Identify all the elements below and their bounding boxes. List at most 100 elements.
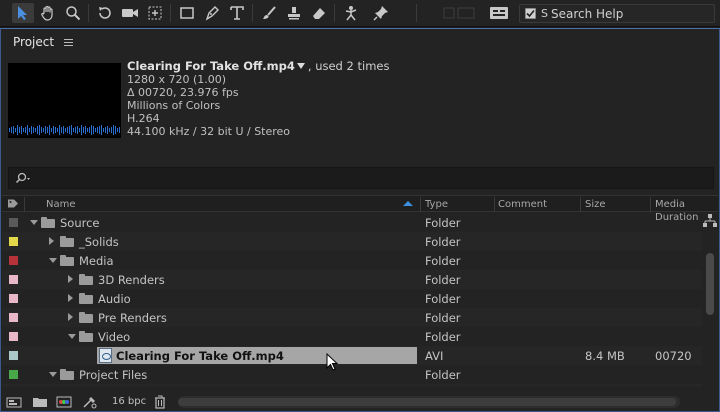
chevron-down-icon[interactable]	[296, 63, 305, 69]
label-color-swatch[interactable]	[9, 294, 18, 303]
project-settings-icon[interactable]	[82, 395, 98, 409]
toolbar-divider	[334, 4, 335, 22]
table-row[interactable]: Audio Folder	[2, 289, 702, 308]
footage-codec: H.264	[127, 112, 160, 125]
scrollbar-thumb[interactable]	[706, 253, 714, 315]
table-row[interactable]: Project Files Folder	[2, 365, 702, 384]
footage-thumbnail	[8, 63, 121, 138]
flowchart-icon[interactable]	[703, 214, 717, 228]
footage-file-icon	[99, 348, 112, 363]
item-size: 8.4 MB	[585, 349, 625, 363]
item-type: Folder	[425, 292, 461, 306]
new-composition-icon[interactable]	[56, 395, 72, 409]
table-row[interactable]: 3D Renders Folder	[2, 270, 702, 289]
table-row[interactable]: Pre Renders Folder	[2, 308, 702, 327]
clone-stamp-tool-icon[interactable]	[283, 3, 305, 23]
chevron-right-icon[interactable]	[68, 313, 73, 321]
search-help-checkbox[interactable]	[525, 8, 536, 19]
label-color-swatch[interactable]	[9, 370, 18, 379]
project-footer: 16 bpc	[2, 393, 718, 411]
rectangle-tool-icon[interactable]	[176, 3, 198, 23]
column-header-type[interactable]: Type	[425, 198, 448, 211]
column-divider[interactable]	[650, 197, 651, 212]
sort-ascending-icon[interactable]	[403, 201, 413, 206]
table-row[interactable]: AEFolder	[2, 384, 702, 387]
chevron-down-icon[interactable]	[49, 372, 57, 377]
puppet-tool-icon[interactable]	[340, 3, 362, 23]
rotate-tool-icon[interactable]	[94, 3, 116, 23]
bit-depth-button[interactable]: 16 bpc	[112, 396, 146, 407]
hand-tool-icon[interactable]	[37, 3, 59, 23]
folder-icon	[60, 369, 74, 380]
vertical-scrollbar[interactable]	[704, 229, 716, 387]
horizontal-scrollbar[interactable]	[178, 396, 680, 408]
label-color-swatch[interactable]	[9, 275, 18, 284]
label-color-swatch[interactable]	[9, 313, 18, 322]
chevron-down-icon[interactable]	[68, 334, 76, 339]
pin-tool-icon[interactable]	[370, 3, 392, 23]
column-divider[interactable]	[580, 197, 581, 212]
chevron-down-icon[interactable]	[30, 220, 38, 225]
label-color-swatch[interactable]	[9, 351, 18, 360]
table-row[interactable]: Clearing For Take Off.mp4 AVI 8.4 MB 00720	[2, 346, 702, 365]
snapping-icon[interactable]	[440, 3, 480, 23]
mouse-cursor-icon	[326, 353, 338, 371]
item-type: Folder	[425, 330, 461, 344]
camera-tool-icon[interactable]	[119, 3, 141, 23]
scrollbar-thumb[interactable]	[178, 398, 676, 406]
interpret-footage-icon[interactable]	[6, 395, 22, 409]
workspace-icon[interactable]	[488, 3, 510, 23]
project-panel: Project Clearing For Take Off.mp4 , used …	[0, 28, 720, 412]
folder-icon	[60, 236, 74, 247]
tools-toolbar: S Search Help	[0, 0, 720, 27]
toolbar-divider	[252, 4, 253, 22]
table-row[interactable]: _Solids Folder	[2, 232, 702, 251]
panel-header: Project	[1, 29, 719, 55]
label-color-swatch[interactable]	[9, 237, 18, 246]
table-row[interactable]: Video Folder	[2, 327, 702, 346]
pen-tool-icon[interactable]	[201, 3, 223, 23]
trash-icon[interactable]	[152, 395, 168, 409]
new-folder-icon[interactable]	[32, 395, 48, 409]
folder-icon	[60, 255, 74, 266]
brush-tool-icon[interactable]	[258, 3, 280, 23]
panel-title[interactable]: Project	[13, 35, 54, 49]
folder-icon	[79, 293, 93, 304]
column-divider[interactable]	[420, 197, 421, 212]
item-name: Source	[60, 216, 100, 230]
toolbar-divider	[170, 4, 171, 22]
label-color-swatch[interactable]	[9, 218, 18, 227]
zoom-tool-icon[interactable]	[62, 3, 84, 23]
label-color-swatch[interactable]	[9, 256, 18, 265]
column-header-comment[interactable]: Comment	[498, 198, 547, 211]
footage-resolution: 1280 x 720 (1.00)	[127, 73, 227, 86]
table-header: Name Type Comment Size Media Duration	[2, 195, 718, 223]
footage-filename: Clearing For Take Off.mp4	[127, 59, 295, 73]
table-row[interactable]: Media Folder	[2, 251, 702, 270]
item-name: Pre Renders	[98, 311, 167, 325]
column-header-size[interactable]: Size	[585, 198, 606, 211]
pan-behind-tool-icon[interactable]	[144, 3, 166, 23]
selection-tool-icon[interactable]	[12, 3, 34, 23]
chevron-down-icon[interactable]	[49, 258, 57, 263]
column-header-name[interactable]: Name	[46, 198, 76, 211]
search-help-field[interactable]: S Search Help	[519, 4, 715, 23]
column-divider[interactable]	[494, 197, 495, 212]
search-icon: S	[541, 7, 548, 20]
eraser-tool-icon[interactable]	[308, 3, 330, 23]
panel-menu-icon[interactable]	[64, 38, 74, 46]
table-row[interactable]: Source Folder	[2, 213, 702, 232]
column-divider	[24, 197, 25, 212]
item-name: Clearing For Take Off.mp4	[116, 349, 284, 363]
label-color-swatch[interactable]	[9, 332, 18, 341]
search-icon	[15, 172, 30, 184]
chevron-right-icon[interactable]	[68, 294, 73, 302]
item-name: Media	[79, 254, 114, 268]
folder-icon	[79, 312, 93, 323]
item-type: Folder	[425, 311, 461, 325]
column-header-media-duration[interactable]: Media Duration	[655, 198, 718, 223]
chevron-right-icon[interactable]	[68, 275, 73, 283]
project-search-input[interactable]	[8, 167, 714, 189]
chevron-right-icon[interactable]	[49, 237, 54, 245]
type-tool-icon[interactable]	[226, 3, 248, 23]
